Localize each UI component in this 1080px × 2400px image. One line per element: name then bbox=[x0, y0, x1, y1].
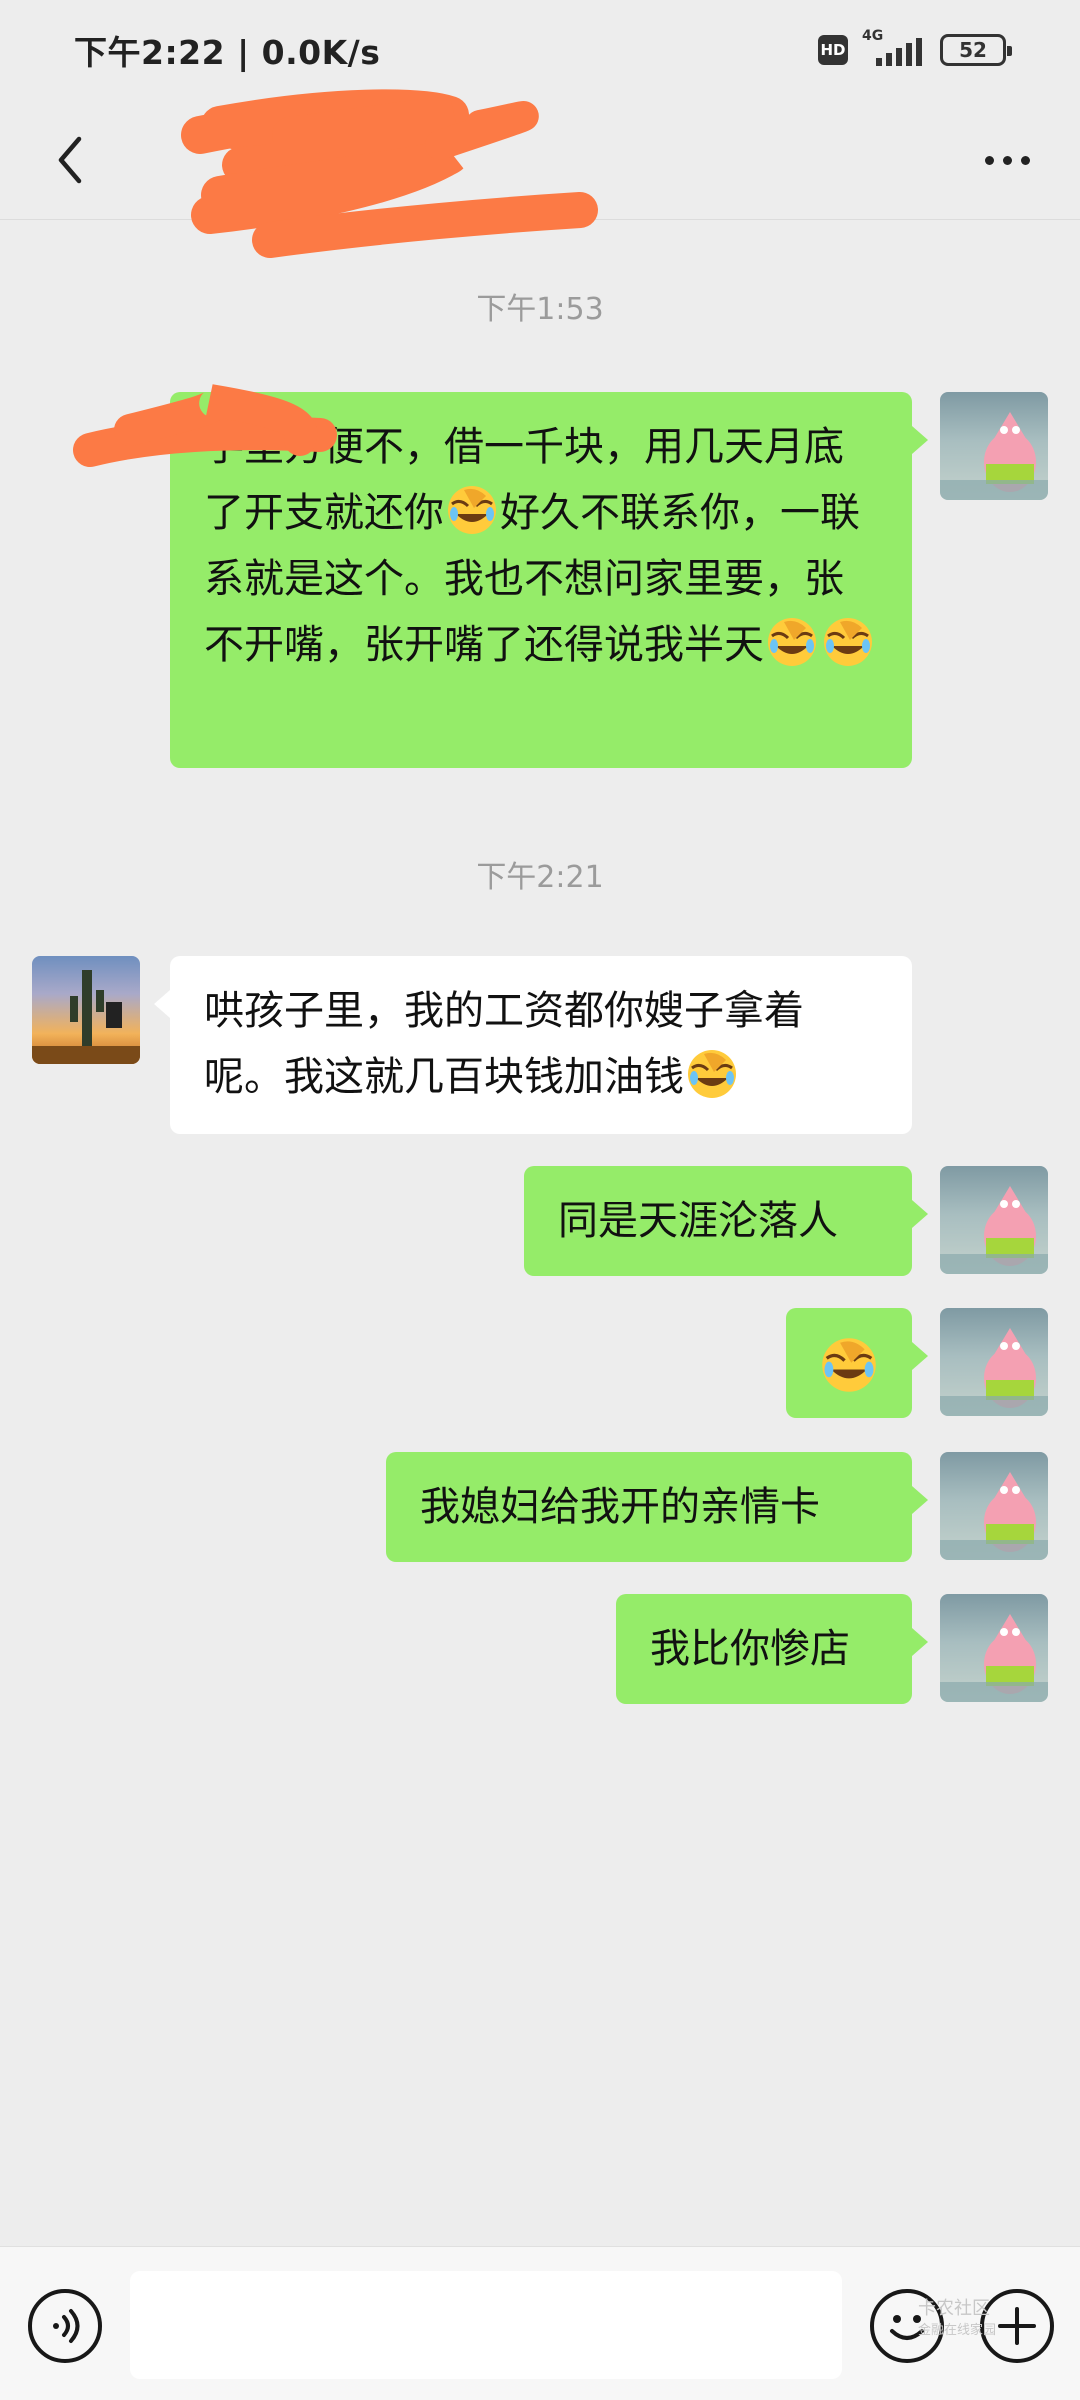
facepalm-laugh-emoji-icon bbox=[824, 618, 872, 666]
message-bubble[interactable]: 哄孩子里，我的工资都你嫂子拿着呢。我这就几百块钱加油钱 bbox=[154, 956, 912, 1134]
facepalm-laugh-emoji-icon bbox=[822, 1338, 876, 1392]
watermark-line-2: 金融在线家园 bbox=[918, 2323, 997, 2338]
avatar-self[interactable] bbox=[940, 1308, 1048, 1416]
avatar-self[interactable] bbox=[940, 1594, 1048, 1702]
status-time-speed: 下午2:22 | 0.0K/s bbox=[74, 33, 381, 72]
battery-level: 52 bbox=[959, 38, 987, 62]
facepalm-laugh-emoji-icon bbox=[448, 486, 496, 534]
redaction-scribble-title bbox=[181, 89, 598, 258]
message-text: 我媳妇给我开的亲情卡 bbox=[420, 1484, 820, 1530]
voice-icon bbox=[53, 2309, 80, 2343]
message-input[interactable] bbox=[130, 2271, 842, 2379]
redaction-scribble-message bbox=[73, 384, 337, 467]
message-bubble[interactable]: 我媳妇给我开的亲情卡 bbox=[386, 1452, 928, 1562]
message-text: 同是天涯沦落人 bbox=[558, 1198, 838, 1244]
facepalm-laugh-emoji-icon bbox=[688, 1050, 736, 1098]
voice-input-button[interactable] bbox=[28, 2289, 102, 2363]
message-text: 我比你惨店 bbox=[650, 1626, 850, 1672]
watermark-line-1: 卡农社区 bbox=[918, 2298, 990, 2319]
back-icon[interactable] bbox=[40, 130, 100, 190]
watermark: 卡农社区 金融在线家园 bbox=[918, 2298, 996, 2342]
battery-icon: 52 bbox=[940, 34, 1012, 66]
timestamp-1: 下午1:53 bbox=[476, 292, 604, 327]
signal-icon: 4G bbox=[862, 28, 926, 68]
avatar-contact[interactable] bbox=[32, 956, 140, 1064]
avatar-self[interactable] bbox=[940, 1452, 1048, 1560]
avatar-self[interactable] bbox=[940, 392, 1048, 500]
avatar-self[interactable] bbox=[940, 1166, 1048, 1274]
timestamp-2: 下午2:21 bbox=[476, 860, 604, 895]
status-icons: HD 4G 52 bbox=[818, 28, 1012, 68]
facepalm-laugh-emoji-icon bbox=[768, 618, 816, 666]
message-bubble[interactable] bbox=[786, 1308, 928, 1418]
more-options-icon[interactable] bbox=[972, 130, 1042, 190]
message-bubble[interactable]: 我比你惨店 bbox=[616, 1594, 928, 1704]
message-bubble[interactable]: 同是天涯沦落人 bbox=[524, 1166, 928, 1276]
hd-icon: HD bbox=[818, 35, 848, 65]
